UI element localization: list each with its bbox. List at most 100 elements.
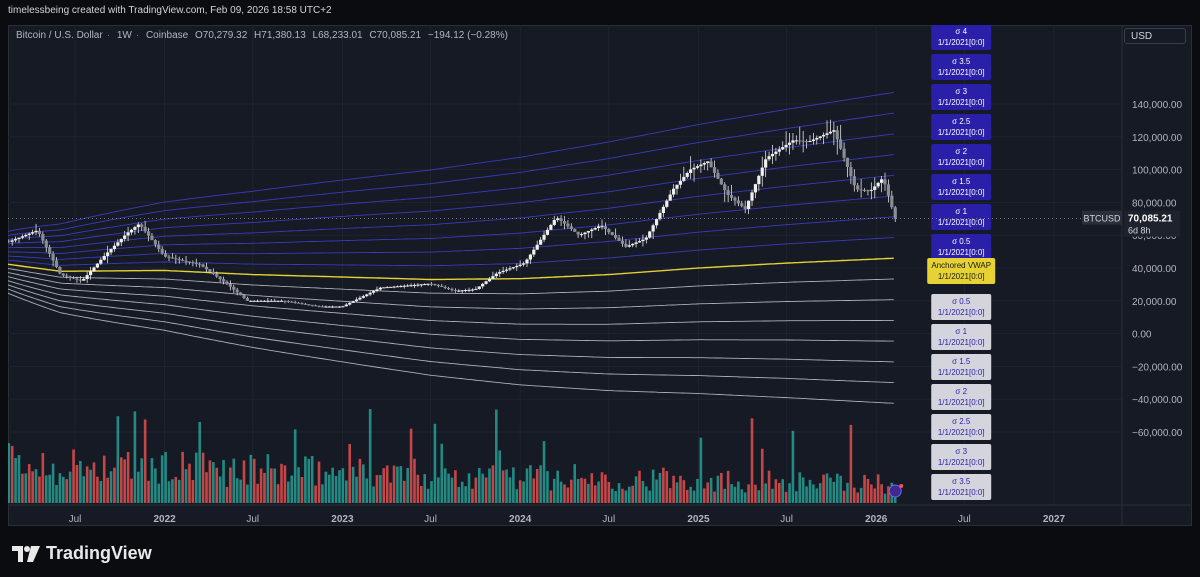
band-label-title: σ 2.5 [952, 417, 971, 426]
volume-bar [484, 477, 488, 503]
volume-bar [365, 478, 369, 503]
tradingview-logo-icon [12, 545, 40, 562]
band-label-anchor: 1/1/2021[0:0] [938, 98, 985, 107]
volume-bar [696, 478, 699, 503]
candle-body [610, 232, 614, 235]
volume-bar [399, 466, 403, 503]
volume-bar [372, 486, 375, 503]
candle-body [300, 303, 304, 305]
candle-body [893, 207, 897, 219]
x-tick-label: Jul [958, 514, 971, 525]
band-label-title: σ 2.5 [952, 117, 971, 126]
upper-band-label[interactable]: σ 4 1/1/2021[0:0] [931, 25, 992, 50]
band-label-title: σ 3 [955, 447, 967, 456]
volume-bar [31, 471, 34, 503]
volume-bar [825, 473, 829, 503]
upper-band-label[interactable]: σ 1 1/1/2021[0:0] [931, 204, 992, 230]
candle-body [685, 172, 689, 177]
candle-body [842, 148, 846, 158]
lower-band-label[interactable]: σ 1.5 1/1/2021[0:0] [931, 354, 992, 380]
x-tick-label: 2022 [153, 514, 176, 525]
candle-body [661, 206, 665, 214]
y-tick-label: 20,000.00 [1132, 297, 1177, 308]
legend-open: O70,279.32 [195, 30, 248, 41]
band-label-anchor: 1/1/2021[0:0] [938, 368, 985, 377]
candle-body [747, 200, 751, 209]
candle-body [832, 130, 836, 132]
volume-bar [505, 469, 508, 503]
candle-body [259, 300, 263, 302]
volume-bar [191, 479, 195, 503]
volume-bar [362, 464, 365, 503]
candle-body [133, 227, 137, 230]
candle-body [627, 245, 631, 247]
anchored-vwap-label[interactable]: Anchored VWAP 1/1/2021[0:0] [927, 258, 996, 284]
x-tick-label: 2024 [509, 514, 532, 525]
candle-body [324, 306, 328, 308]
candle-body [579, 234, 584, 236]
volume-bar [297, 467, 300, 503]
candle-body [692, 167, 696, 170]
volume-bar [624, 490, 628, 503]
candle-body [862, 189, 867, 191]
volume-bar [846, 482, 849, 503]
legend-interval[interactable]: 1W [117, 30, 132, 41]
volume-bar [723, 488, 727, 503]
lower-band-label[interactable]: σ 2 1/1/2021[0:0] [931, 384, 992, 410]
candle-body [798, 140, 802, 142]
candle-body [123, 235, 127, 239]
band-label-title: σ 2 [955, 387, 967, 396]
volume-bar [488, 468, 491, 503]
band-label-anchor: 1/1/2021[0:0] [938, 218, 985, 227]
currency-button[interactable]: USD [1124, 28, 1186, 44]
volume-bar [812, 484, 815, 503]
tradingview-logo[interactable]: TradingView [12, 543, 152, 564]
upper-band-label[interactable]: σ 2 1/1/2021[0:0] [931, 144, 992, 170]
candle-body [535, 244, 539, 250]
candle-body [828, 131, 833, 134]
volume-bar [866, 478, 870, 503]
volume-bar [17, 455, 21, 503]
volume-bar [242, 460, 246, 503]
upper-band-label[interactable]: σ 0.5 1/1/2021[0:0] [931, 234, 992, 260]
volume-bar [645, 486, 648, 503]
candle-body [562, 220, 567, 224]
candle-body [743, 206, 747, 209]
candle-body [419, 284, 423, 286]
volume-bar [447, 473, 450, 503]
candle-body [573, 229, 577, 232]
volume-bar [614, 491, 617, 503]
upper-band-label[interactable]: σ 3 1/1/2021[0:0] [931, 84, 992, 110]
candle-body [648, 231, 652, 238]
candle-body [835, 130, 839, 140]
volume-bar [774, 479, 778, 503]
lower-band-label[interactable]: σ 0.5 1/1/2021[0:0] [931, 294, 992, 320]
upper-band-label[interactable]: σ 2.5 1/1/2021[0:0] [931, 114, 992, 140]
upper-band-label[interactable]: σ 1.5 1/1/2021[0:0] [931, 174, 992, 200]
candle-body [436, 284, 440, 286]
candle-body [95, 263, 100, 268]
candle-body [515, 265, 519, 268]
lower-band-label[interactable]: σ 3 1/1/2021[0:0] [931, 444, 992, 470]
candle-body [266, 300, 270, 302]
volume-bar [757, 490, 761, 503]
upper-band-label[interactable]: σ 3.5 1/1/2021[0:0] [931, 54, 992, 80]
candle-body [331, 306, 335, 308]
candle-body [440, 285, 444, 287]
price-chart[interactable]: σ 4 1/1/2021[0:0] σ 3.5 1/1/2021[0:0] σ 3 1/1… [8, 25, 1192, 526]
volume-bar [44, 475, 48, 503]
candle-body [27, 233, 31, 235]
volume-bar [532, 478, 536, 503]
legend-symbol[interactable]: Bitcoin / U.S. Dollar [16, 30, 103, 41]
volume-bar [123, 459, 126, 503]
candle-body [525, 259, 529, 264]
volume-bar [75, 464, 79, 503]
last-price-tag[interactable]: BTCUSD 70,085.216d 8h [1082, 210, 1180, 237]
lower-band-label[interactable]: σ 2.5 1/1/2021[0:0] [931, 414, 992, 440]
y-tick-label: 80,000.00 [1132, 198, 1177, 209]
volume-bar [348, 443, 352, 503]
band-label-anchor: 1/1/2021[0:0] [938, 458, 985, 467]
volume-bar [665, 471, 669, 503]
lower-band-label[interactable]: σ 1 1/1/2021[0:0] [931, 324, 992, 350]
lower-band-label[interactable]: σ 3.5 1/1/2021[0:0] [931, 474, 992, 500]
